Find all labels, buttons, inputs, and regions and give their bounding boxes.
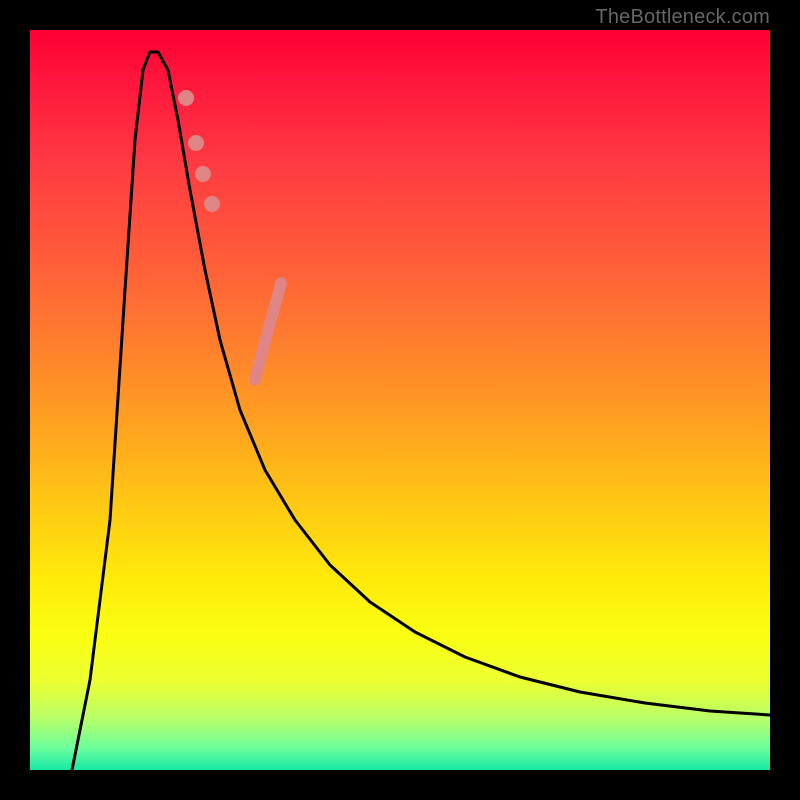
chart-frame: TheBottleneck.com <box>0 0 800 800</box>
watermark-text: TheBottleneck.com <box>595 6 770 29</box>
plot-area <box>30 30 770 770</box>
highlight-dot <box>188 135 204 151</box>
bottleneck-curve <box>72 52 770 770</box>
highlight-band <box>255 283 281 380</box>
curve-layer <box>30 30 770 770</box>
highlight-dot <box>195 166 211 182</box>
highlight-dot <box>178 90 194 106</box>
highlight-dot <box>204 196 220 212</box>
